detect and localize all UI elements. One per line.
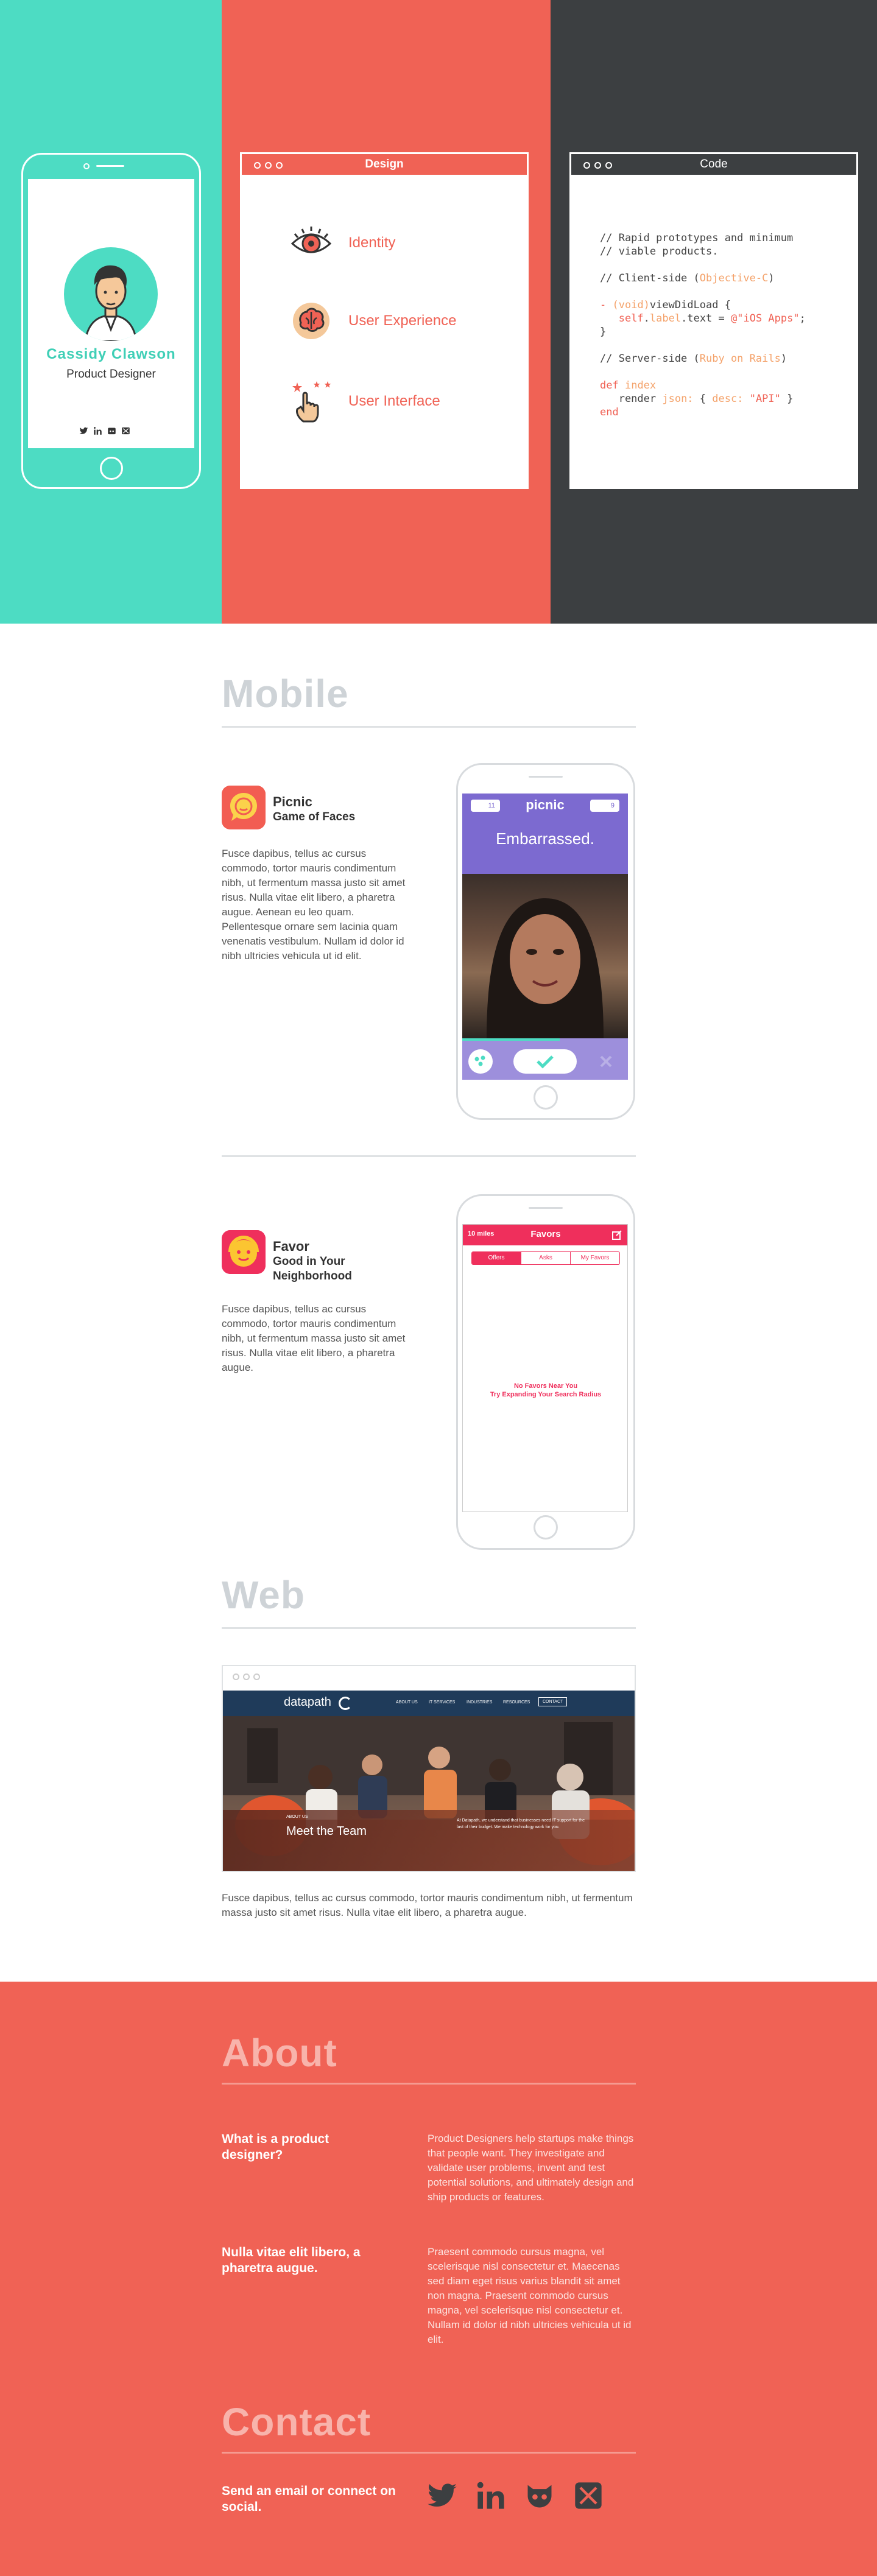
picnic-controls [462,1038,628,1080]
picnic-timer-bar [462,1038,560,1041]
profile-social-icons [79,426,130,435]
hero-headline: Meet the Team [286,1825,367,1838]
picnic-prompt: Embarrassed. [496,829,594,848]
tab-offers[interactable]: Offers [472,1252,521,1264]
github-icon[interactable] [524,2480,555,2511]
favor-empty-state: No Favors Near You Try Expanding Your Se… [463,1382,627,1399]
email-icon[interactable] [572,2480,604,2511]
about-answer-2: Praesent commodo cursus magna, vel scele… [428,2246,632,2345]
favor-topbar: 10 miles Favors [463,1225,627,1245]
close-icon[interactable] [597,1053,615,1070]
web-title-rule [222,1627,636,1629]
favor-screen: 10 miles Favors Offers Asks My Favors No… [462,1224,628,1512]
avatar [64,247,158,341]
contact-prompt: Send an email or connect on social. [222,2484,396,2514]
design-item-label: User Interface [348,393,440,409]
browser-controls [233,1673,260,1680]
nav-about[interactable]: ABOUT US [396,1700,418,1705]
hero-kicker: ABOUT US [286,1815,308,1819]
nav-industries[interactable]: INDUSTRIES [467,1700,492,1705]
tab-asks[interactable]: Asks [521,1252,570,1264]
code-window: Code // Rapid prototypes and minimum // … [569,152,858,489]
phone-speaker [96,165,124,167]
about-title-rule [222,2083,636,2085]
linkedin-icon[interactable] [93,426,102,435]
picnic-photo [462,874,628,1038]
datapath-logo-mark [339,1697,352,1710]
picnic-app-name: Picnic [273,794,312,809]
contact-section-title: Contact [222,2400,372,2444]
eye-icon [289,220,334,266]
nav-contact[interactable]: CONTACT [538,1697,568,1706]
apps-divider [222,1155,636,1157]
compose-icon[interactable] [611,1230,622,1240]
about-answer-1: Product Designers help startups make thi… [428,2133,634,2203]
code-window-title: Code [700,158,728,171]
phone-home-button [100,457,123,480]
design-item-label: Identity [348,234,396,251]
about-section-title: About [222,2031,337,2075]
code-snippet: // Rapid prototypes and minimum // viabl… [600,232,806,418]
picnic-screen: 11 picnic 9 Embarrassed. [462,794,628,1080]
contact-title-rule [222,2452,636,2454]
picnic-topbar: 11 picnic 9 [462,794,628,818]
hero-banner-overlay: ABOUT US Meet the Team At Datapath, we u… [223,1810,635,1871]
design-item-user-experience: User Experience [289,298,456,343]
window-controls [254,162,283,169]
twitter-icon[interactable] [426,2480,458,2511]
picnic-left-badge[interactable]: 11 [471,800,500,812]
favor-app-subtitle: Good in Your Neighborhood [273,1255,352,1283]
picnic-right-badge[interactable]: 9 [590,800,619,812]
design-window-titlebar: Design [240,152,529,177]
design-item-user-interface: User Interface [289,379,440,424]
window-controls [583,162,612,169]
profile-role: Product Designer [66,368,156,381]
picnic-app-subtitle: Game of Faces [273,811,356,823]
design-item-label: User Experience [348,312,457,329]
hero-section: Cassidy Clawson Product Designer Design … [0,0,877,624]
phone-camera [83,163,90,169]
picnic-logo: picnic [526,797,565,812]
profile-name: Cassidy Clawson [46,346,176,362]
favor-app-description: Fusce dapibus, tellus ac cursus commodo,… [222,1303,406,1373]
mobile-title-rule [222,726,636,728]
design-window: Design Identity User Experience User Int… [240,152,529,489]
github-icon[interactable] [107,426,116,435]
about-question-1: What is a product designer? [222,2132,329,2162]
hero-caption: At Datapath, we understand that business… [457,1818,585,1829]
linkedin-icon[interactable] [475,2480,507,2511]
code-window-titlebar: Code [569,152,858,177]
datapath-nav: datapath ABOUT US IT SERVICES INDUSTRIES… [223,1691,635,1716]
favor-app-name: Favor [273,1239,309,1254]
favor-empty-line1: No Favors Near You [513,1382,578,1390]
tab-my-favors[interactable]: My Favors [570,1252,619,1264]
pointer-hand-icon [289,379,334,424]
web-description: Fusce dapibus, tellus ac cursus commodo,… [222,1892,633,1918]
favor-empty-line2: Try Expanding Your Search Radius [490,1391,602,1398]
twitter-icon[interactable] [79,426,88,435]
design-window-title: Design [365,158,404,171]
favor-title: Favors [530,1229,561,1239]
favor-tabs: Offers Asks My Favors [471,1251,620,1265]
datapath-logo[interactable]: datapath [284,1695,331,1709]
picnic-app-icon [222,786,266,829]
contact-social-links [426,2480,604,2511]
nav-resources[interactable]: RESOURCES [503,1700,530,1705]
nav-it-services[interactable]: IT SERVICES [429,1700,455,1705]
web-browser-window: datapath ABOUT US IT SERVICES INDUSTRIES… [222,1665,636,1872]
favor-app-icon [222,1230,266,1274]
email-icon[interactable] [121,426,130,435]
design-item-identity: Identity [289,220,395,266]
dice-icon[interactable] [468,1049,493,1074]
picnic-app-description: Fusce dapibus, tellus ac cursus commodo,… [222,848,406,962]
datapath-screenshot: datapath ABOUT US IT SERVICES INDUSTRIES… [223,1691,635,1871]
checkmark-button[interactable] [513,1049,577,1074]
web-section-title: Web [222,1573,305,1617]
brain-icon [289,298,334,343]
about-question-2: Nulla vitae elit libero, a pharetra augu… [222,2245,361,2275]
mobile-section-title: Mobile [222,672,349,716]
